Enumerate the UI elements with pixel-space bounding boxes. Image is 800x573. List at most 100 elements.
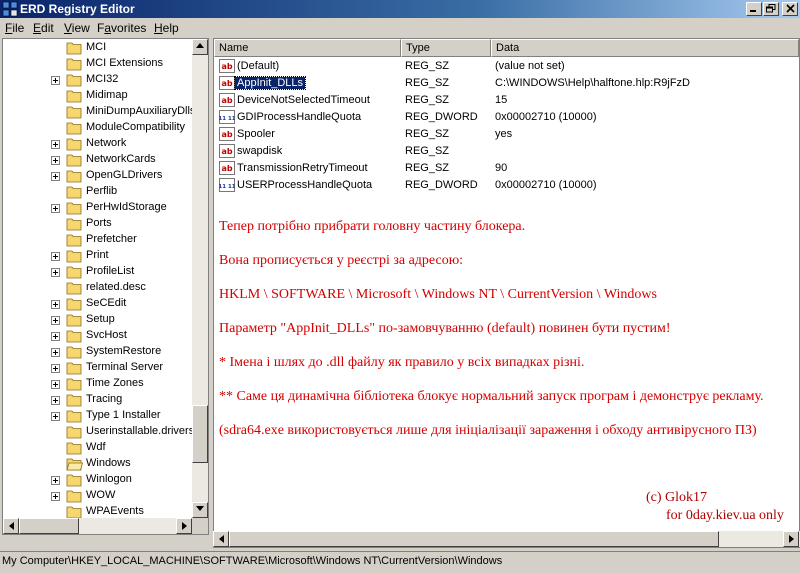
expand-icon[interactable] <box>51 76 60 85</box>
tree-item[interactable]: WOW <box>3 488 192 504</box>
expand-icon[interactable] <box>51 332 60 341</box>
expand-icon[interactable] <box>51 316 60 325</box>
tree-item[interactable]: PerHwIdStorage <box>3 200 192 216</box>
tree-item[interactable]: SeCEdit <box>3 296 192 312</box>
expand-icon[interactable] <box>51 364 60 373</box>
expand-icon[interactable] <box>51 156 60 165</box>
note-line-2: Вона прописується у реєстрі за адресою: <box>219 253 464 268</box>
svg-text:ab: ab <box>221 62 232 71</box>
tree-item[interactable]: related.desc <box>3 280 192 296</box>
tree-item[interactable]: Prefetcher <box>3 232 192 248</box>
value-row[interactable]: ab (Default) REG_SZ (value not set) <box>214 58 799 75</box>
tree-item-label: Midimap <box>86 89 128 101</box>
tree-item-label: SvcHost <box>86 329 127 341</box>
string-value-icon: ab <box>219 76 235 90</box>
tree-item[interactable]: Midimap <box>3 88 192 104</box>
column-header-name[interactable]: Name <box>214 39 401 57</box>
value-row[interactable]: ab Spooler REG_SZ yes <box>214 126 799 143</box>
tree-item[interactable]: Time Zones <box>3 376 192 392</box>
value-type: REG_SZ <box>405 60 450 72</box>
value-name: (Default) <box>237 60 280 72</box>
tree-item[interactable]: MiniDumpAuxiliaryDlls <box>3 104 195 120</box>
value-row[interactable]: ab DeviceNotSelectedTimeout REG_SZ 15 <box>214 92 799 109</box>
expand-icon[interactable] <box>51 252 60 261</box>
tree-item[interactable]: Print <box>3 248 192 264</box>
expand-icon[interactable] <box>51 348 60 357</box>
folder-icon <box>66 138 82 151</box>
tree-item[interactable]: OpenGLDrivers <box>3 168 192 184</box>
folder-icon <box>66 442 82 455</box>
folder-icon <box>66 58 82 71</box>
tree-item[interactable]: MCI32 <box>3 72 192 88</box>
expand-icon[interactable] <box>51 140 60 149</box>
values-hscroll-thumb[interactable] <box>229 531 719 547</box>
value-row[interactable]: 011 110USERProcessHandleQuota REG_DWORD 0x… <box>214 177 799 194</box>
scroll-down-button[interactable] <box>192 502 208 518</box>
tree-item[interactable]: SystemRestore <box>3 344 192 360</box>
tree-item[interactable]: MCI Extensions <box>3 56 192 72</box>
tree-item[interactable]: Tracing <box>3 392 192 408</box>
tree-item[interactable]: MCI <box>3 40 192 56</box>
tree-hscroll-thumb[interactable] <box>19 518 79 534</box>
folder-icon <box>66 90 82 103</box>
tree-item[interactable]: Winlogon <box>3 472 192 488</box>
tree-item[interactable]: Terminal Server <box>3 360 192 376</box>
tree-item[interactable]: Windows <box>3 456 192 472</box>
value-row[interactable]: ab AppInit_DLLs REG_SZ C:\WINDOWS\Help\half… <box>214 75 799 92</box>
tree-item[interactable]: NetworkCards <box>3 152 192 168</box>
value-row[interactable]: 011 110GDIProcessHandleQuota REG_DWORD 0x0… <box>214 109 799 126</box>
tree-item[interactable]: Perflib <box>3 184 192 200</box>
minimize-button[interactable] <box>746 2 762 16</box>
expand-icon[interactable] <box>51 396 60 405</box>
menu-view[interactable]: View <box>64 21 90 35</box>
values-horizontal-scrollbar[interactable] <box>213 531 800 547</box>
expand-icon[interactable] <box>51 476 60 485</box>
expand-icon[interactable] <box>51 204 60 213</box>
expand-icon[interactable] <box>51 268 60 277</box>
menu-help[interactable]: Help <box>154 21 179 35</box>
tree-scroll-thumb[interactable] <box>192 405 208 463</box>
value-row[interactable]: ab swapdisk REG_SZ <box>214 143 799 160</box>
scroll-left-button[interactable] <box>3 518 19 534</box>
value-type: REG_SZ <box>405 162 450 174</box>
arrow-down-icon <box>196 506 204 511</box>
column-header-data[interactable]: Data <box>491 39 799 57</box>
tree-item[interactable]: Wdf <box>3 440 192 456</box>
tree-item[interactable]: Setup <box>3 312 192 328</box>
restore-button[interactable] <box>763 2 779 16</box>
tree-item[interactable]: Ports <box>3 216 192 232</box>
values-pane[interactable]: Name Type Data ab (Default) REG_SZ (value n… <box>213 38 800 548</box>
menu-file[interactable]: File <box>5 21 24 35</box>
expand-icon[interactable] <box>51 492 60 501</box>
tree-item[interactable]: Userinstallable.drivers <box>3 424 194 440</box>
tree-item-label: Winlogon <box>86 473 132 485</box>
expand-icon[interactable] <box>51 172 60 181</box>
window-title: ERD Registry Editor <box>20 2 135 16</box>
tree-item[interactable]: SvcHost <box>3 328 192 344</box>
values-scroll-left-button[interactable] <box>213 531 229 547</box>
tree-item[interactable]: Type 1 Installer <box>3 408 192 424</box>
menu-favorites[interactable]: Favorites <box>97 21 146 35</box>
scroll-up-button[interactable] <box>192 39 208 55</box>
menu-edit[interactable]: Edit <box>33 21 54 35</box>
tree-item[interactable]: Network <box>3 136 192 152</box>
expand-icon[interactable] <box>51 412 60 421</box>
tree-item[interactable]: ModuleCompatibility <box>3 120 192 136</box>
dword-value-icon: 011 110 <box>219 178 235 192</box>
folder-icon <box>66 74 82 87</box>
column-header-type[interactable]: Type <box>401 39 491 57</box>
values-scroll-right-button[interactable] <box>783 531 799 547</box>
close-button[interactable] <box>782 2 798 16</box>
tree-item[interactable]: ProfileList <box>3 264 192 280</box>
registry-tree[interactable]: MCI MCI Extensions MCI32 Midimap MiniDumpAux… <box>2 38 209 535</box>
folder-icon <box>66 250 82 263</box>
tree-vertical-scrollbar[interactable] <box>192 39 208 518</box>
value-name: swapdisk <box>237 145 283 157</box>
tree-horizontal-scrollbar[interactable] <box>3 518 192 534</box>
expand-icon[interactable] <box>51 300 60 309</box>
value-row[interactable]: ab TransmissionRetryTimeout REG_SZ 90 <box>214 160 799 177</box>
folder-icon <box>66 234 82 247</box>
value-name: GDIProcessHandleQuota <box>237 111 362 123</box>
expand-icon[interactable] <box>51 380 60 389</box>
scroll-right-button[interactable] <box>176 518 192 534</box>
